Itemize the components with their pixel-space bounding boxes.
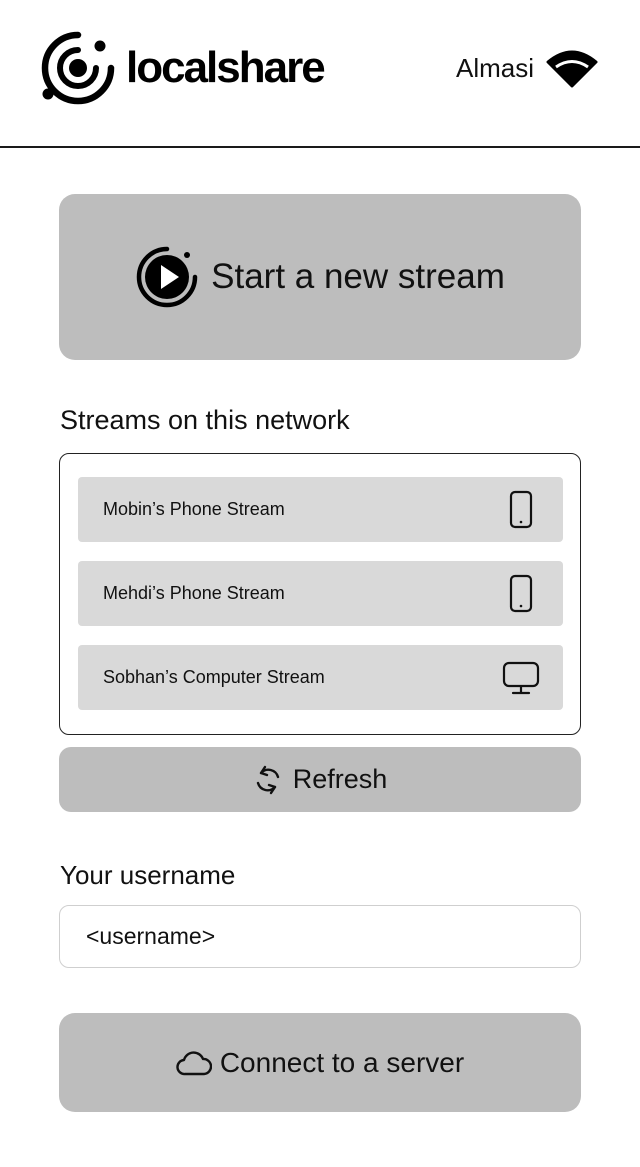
stream-item[interactable]: Mobin’s Phone Stream: [78, 477, 563, 542]
start-stream-button[interactable]: Start a new stream: [59, 194, 581, 360]
network-indicator: Almasi: [456, 48, 598, 88]
stream-item[interactable]: Mehdi’s Phone Stream: [78, 561, 563, 626]
stream-item-label: Mehdi’s Phone Stream: [103, 583, 285, 603]
app-header: localshare Almasi: [0, 0, 640, 148]
app-name: localshare: [126, 43, 326, 92]
phone-icon: [509, 574, 533, 612]
refresh-icon: [256, 765, 279, 794]
wifi-icon: [546, 50, 598, 88]
stream-item-label: Sobhan’s Computer Stream: [103, 667, 325, 687]
start-stream-label: Start a new stream: [211, 257, 505, 296]
refresh-label: Refresh: [292, 764, 388, 794]
connect-server-button[interactable]: Connect to a server: [59, 1013, 581, 1112]
connect-server-label: Connect to a server: [219, 1046, 465, 1078]
refresh-button[interactable]: Refresh: [59, 747, 581, 812]
cloud-icon: [176, 1050, 212, 1075]
streams-section-title: Streams on this network: [60, 405, 350, 435]
phone-icon: [509, 490, 533, 528]
monitor-icon: [502, 661, 540, 694]
username-section-title: Your username: [60, 860, 236, 890]
broadcast-logo-icon: [41, 31, 115, 105]
network-name: Almasi: [455, 52, 534, 83]
stream-item[interactable]: Sobhan’s Computer Stream: [78, 645, 563, 710]
brand-logo: localshare: [40, 30, 326, 106]
username-input[interactable]: [59, 905, 581, 968]
play-stream-icon: [136, 246, 198, 308]
streams-list: Mobin’s Phone Stream Mehdi’s Phone Strea…: [59, 453, 581, 735]
stream-item-label: Mobin’s Phone Stream: [103, 499, 285, 519]
